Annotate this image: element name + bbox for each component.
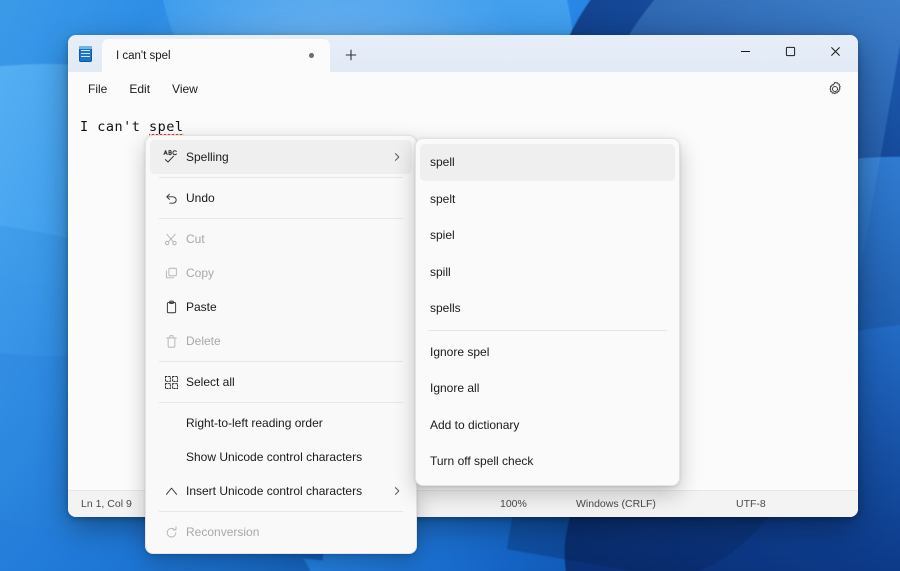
chevron-right-icon [390, 486, 404, 496]
undo-icon [165, 193, 177, 204]
spelling-submenu: spell spelt spiel spill spells Ignore spel Ign… [415, 138, 680, 486]
copy-icon [165, 267, 177, 278]
status-cursor-position: Ln 1, Col 9 [81, 498, 132, 510]
tab-title: I can't spel [116, 49, 171, 62]
context-menu-item-label: Show Unicode control characters [186, 450, 363, 464]
context-menu-item-label: Reconversion [186, 525, 260, 539]
spelling-suggestion-spells[interactable]: spells [420, 290, 675, 327]
scissors-icon [156, 230, 186, 248]
context-menu-separator [159, 218, 403, 219]
context-menu-item-delete: Delete [150, 324, 412, 358]
no-icon [156, 414, 186, 432]
context-menu: Spelling Undo Cut Copy Paste Delete Select all… [145, 135, 417, 554]
maximize-icon [785, 46, 796, 57]
chevron-right-icon [390, 152, 404, 162]
no-icon [156, 448, 186, 466]
context-menu-separator [159, 177, 403, 178]
settings-button[interactable] [822, 76, 848, 102]
close-button[interactable] [813, 35, 858, 68]
context-menu-item-insert-unicode[interactable]: Insert Unicode control characters [150, 474, 412, 508]
notepad-icon [68, 35, 102, 72]
clipboard-icon [156, 298, 186, 316]
context-menu-item-label: Right-to-left reading order [186, 416, 323, 430]
context-menu-item-label: Cut [186, 232, 205, 246]
context-menu-item-label: Select all [186, 375, 235, 389]
spellcheck-icon [156, 148, 186, 166]
context-menu-item-label: Delete [186, 334, 221, 348]
context-menu-item-reconversion: Reconversion [150, 515, 412, 549]
maximize-button[interactable] [768, 35, 813, 68]
close-icon [831, 47, 840, 56]
new-tab-button[interactable] [337, 41, 365, 69]
menu-file[interactable]: File [77, 78, 118, 100]
context-menu-item-cut: Cut [150, 222, 412, 256]
spelling-action-ignore-all[interactable]: Ignore all [420, 370, 675, 407]
context-menu-item-undo[interactable]: Undo [150, 181, 412, 215]
document-tab[interactable]: I can't spel [102, 39, 330, 72]
context-menu-item-rtl[interactable]: Right-to-left reading order [150, 406, 412, 440]
spelling-action-add-to-dictionary[interactable]: Add to dictionary [420, 407, 675, 444]
spelling-suggestion-spell[interactable]: spell [420, 144, 675, 181]
minimize-button[interactable] [723, 35, 768, 68]
window-caption-buttons [723, 35, 858, 68]
context-menu-item-label: Spelling [186, 150, 229, 164]
context-menu-item-copy: Copy [150, 256, 412, 290]
clipboard-icon [166, 300, 176, 313]
spelling-suggestion-spiel[interactable]: spiel [420, 217, 675, 254]
document-text: I can't spel [80, 119, 858, 137]
spelling-suggestion-spill[interactable]: spill [420, 254, 675, 291]
context-menu-item-spelling[interactable]: Spelling [150, 140, 412, 174]
context-menu-item-label: Insert Unicode control characters [186, 484, 363, 498]
unsaved-changes-dot [309, 53, 314, 58]
spelling-action-ignore-spel[interactable]: Ignore spel [420, 334, 675, 371]
context-menu-item-label: Undo [186, 191, 215, 205]
menu-view[interactable]: View [161, 78, 209, 100]
context-menu-item-label: Copy [186, 266, 215, 280]
spelling-action-turn-off-spell-check[interactable]: Turn off spell check [420, 443, 675, 480]
status-zoom-level[interactable]: 100% [500, 498, 527, 510]
caret-icon [156, 482, 186, 500]
context-menu-separator [159, 361, 403, 362]
trash-icon [156, 332, 186, 350]
desktop-background: I can't spel File Edit View I can't spel… [0, 0, 900, 571]
reconvert-icon [156, 523, 186, 541]
context-menu-separator [159, 402, 403, 403]
spelling-submenu-separator [428, 329, 667, 331]
menu-edit[interactable]: Edit [118, 78, 161, 100]
scissors-icon [164, 233, 177, 245]
undo-icon [156, 189, 186, 207]
caret-icon [165, 487, 177, 495]
copy-icon [156, 264, 186, 282]
document-text-plain: I can't [80, 119, 150, 135]
title-bar: I can't spel [68, 35, 858, 72]
reconvert-icon [166, 525, 176, 537]
menu-bar: File Edit View [68, 72, 858, 105]
status-line-ending[interactable]: Windows (CRLF) [576, 498, 656, 510]
context-menu-item-show-unicode[interactable]: Show Unicode control characters [150, 440, 412, 474]
gear-icon [829, 81, 841, 94]
plus-icon [345, 49, 357, 61]
select-all-icon [164, 375, 178, 389]
spelling-suggestion-spelt[interactable]: spelt [420, 181, 675, 218]
context-menu-item-label: Paste [186, 300, 217, 314]
spellcheck-icon [163, 149, 179, 165]
context-menu-item-select-all[interactable]: Select all [150, 365, 412, 399]
context-menu-separator [159, 511, 403, 512]
minimize-icon [741, 51, 750, 52]
context-menu-item-paste[interactable]: Paste [150, 290, 412, 324]
trash-icon [165, 334, 177, 348]
select-all-icon [156, 373, 186, 391]
status-encoding[interactable]: UTF-8 [736, 498, 766, 510]
